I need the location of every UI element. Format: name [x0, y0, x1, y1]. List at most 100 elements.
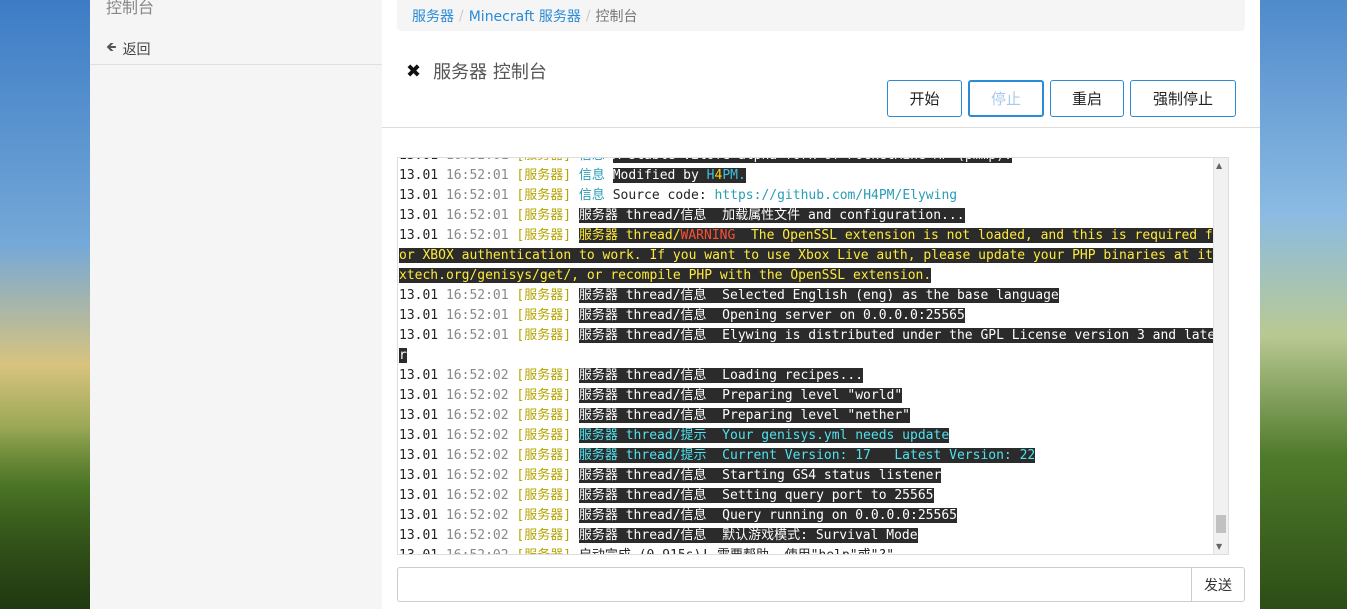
log-date: 13.01 — [399, 208, 446, 223]
restart-button[interactable]: 重启 — [1050, 80, 1124, 117]
log-level: 信息 — [578, 168, 613, 183]
log-date: 13.01 — [399, 168, 446, 183]
console-line: 13.01 16:52:02 [服务器] 服务器 thread/信息 Prepa… — [399, 386, 1219, 406]
scrollbar-thumb[interactable] — [1216, 515, 1226, 533]
log-time: 16:52:01 — [445, 188, 517, 203]
breadcrumb-separator: / — [459, 7, 464, 24]
log-level: 信息 — [579, 158, 613, 163]
console-line: 13.01 16:52:02 [服务器] 服务器 thread/信息 Prepa… — [399, 406, 1219, 426]
log-date: 13.01 — [399, 448, 446, 463]
log-time: 16:52:01 — [445, 288, 517, 303]
log-time: 16:52:01 — [445, 228, 517, 243]
log-source: [服务器] — [516, 508, 579, 523]
server-controls: 开始 停止 重启 强制停止 — [887, 80, 1236, 117]
log-message: 服务器 thread/提示 Current Version: 17 Latest… — [578, 448, 1036, 463]
back-link[interactable]: 🡸 返回 — [90, 34, 382, 65]
log-date: 13.01 — [399, 228, 446, 243]
console-line: 13.01 16:52:02 [服务器] 服务器 thread/信息 默认游戏模… — [399, 526, 1219, 546]
log-message: 服务器 thread/信息 默认游戏模式: Survival Mode — [578, 528, 918, 543]
breadcrumb-minecraft-servers[interactable]: Minecraft 服务器 — [469, 6, 581, 26]
log-date: 13.01 — [399, 388, 446, 403]
log-message: 服务器 thread/信息 加载属性文件 and configuration..… — [578, 208, 965, 223]
force-stop-button[interactable]: 强制停止 — [1130, 80, 1236, 117]
sidebar: 控制台 🡸 返回 — [90, 0, 382, 609]
log-message: Modified by H4PM. — [612, 168, 746, 183]
log-message: 服务器 thread/提示 Your genisys.yml needs upd… — [578, 428, 950, 443]
log-source: [服务器] — [516, 388, 579, 403]
console-line: 13.01 16:52:01 [服务器] 服务器 thread/信息 Elywi… — [399, 326, 1219, 366]
log-time: 16:52:01 — [445, 168, 517, 183]
log-message: 服务器 thread/信息 Loading recipes... — [578, 368, 864, 383]
log-message: 服务器 thread/信息 Query running on 0.0.0.0:2… — [578, 508, 957, 523]
console-output[interactable]: 13.01 16:52:01 [服务器] 信息 A stable Vilofe … — [397, 157, 1229, 555]
background-right — [1260, 0, 1347, 609]
log-time: 16:52:01 — [445, 308, 517, 323]
log-source: [服务器] — [516, 188, 579, 203]
log-message: 服务器 thread/信息 Preparing level "nether" — [578, 408, 911, 423]
back-label: 返回 — [122, 42, 151, 58]
console-scrollbar[interactable]: ▲ ▼ — [1213, 158, 1228, 554]
main-panel: 服务器 / Minecraft 服务器 / 控制台 ✖ 服务器 控制台 开始 停… — [382, 0, 1260, 609]
log-source: [服务器] — [516, 158, 578, 163]
log-date: 13.01 — [399, 328, 446, 343]
command-input[interactable] — [397, 567, 1191, 602]
log-message: 服务器 thread/信息 Opening server on 0.0.0.0:… — [578, 308, 965, 323]
log-source: [服务器] — [516, 328, 579, 343]
log-date: 13.01 — [399, 188, 446, 203]
scroll-down-icon[interactable]: ▼ — [1216, 542, 1222, 551]
console-line: 13.01 16:52:02 [服务器] 服务器 thread/信息 Query… — [399, 506, 1219, 526]
log-time: 16:52:02 — [445, 528, 517, 543]
send-button[interactable]: 发送 — [1191, 567, 1245, 602]
log-time: 16:52:02 — [445, 508, 517, 523]
log-date: 13.01 — [399, 548, 446, 554]
log-time: 16:52:02 — [445, 468, 517, 483]
log-source: [服务器] — [516, 228, 579, 243]
console-line: 13.01 16:52:01 [服务器] 服务器 thread/信息 Openi… — [399, 306, 1219, 326]
page-title: 服务器 控制台 — [433, 62, 547, 83]
arrow-left-icon: 🡸 — [106, 40, 117, 55]
log-date: 13.01 — [399, 428, 446, 443]
breadcrumb: 服务器 / Minecraft 服务器 / 控制台 — [397, 0, 1245, 31]
log-message: 服务器 thread/信息 Setting query port to 2556… — [578, 488, 934, 503]
console-line: 13.01 16:52:02 [服务器] 服务器 thread/信息 Start… — [399, 466, 1219, 486]
log-source: [服务器] — [516, 168, 579, 183]
console-line: 13.01 16:52:01 [服务器] 服务器 thread/信息 加载属性文… — [399, 206, 1219, 226]
source-code-link[interactable]: https://github.com/H4PM/Elywing — [714, 188, 957, 203]
log-source: [服务器] — [516, 548, 578, 554]
log-time: 16:52:02 — [445, 388, 517, 403]
log-date: 13.01 — [399, 528, 446, 543]
stop-button[interactable]: 停止 — [968, 80, 1044, 117]
console-line: 13.01 16:52:01 [服务器] 信息 Source code: htt… — [399, 186, 1219, 206]
log-time: 16:52:01 — [446, 158, 516, 163]
log-source: [服务器] — [516, 468, 579, 483]
console-line: 13.01 16:52:01 [服务器] 服务器 thread/WARNING … — [399, 226, 1219, 286]
log-time: 16:52:02 — [445, 448, 517, 463]
log-time: 16:52:02 — [445, 428, 517, 443]
log-source: [服务器] — [516, 428, 579, 443]
log-time: 16:52:01 — [445, 208, 517, 223]
console-line: 13.01 16:52:01 [服务器] 服务器 thread/信息 Selec… — [399, 286, 1219, 306]
console-line: 13.01 16:52:02 [服务器] 服务器 thread/信息 Setti… — [399, 486, 1219, 506]
log-date: 13.01 — [399, 288, 446, 303]
divider — [382, 127, 1260, 128]
log-date: 13.01 — [399, 158, 446, 163]
breadcrumb-servers[interactable]: 服务器 — [412, 6, 454, 26]
console-line: 13.01 16:52:02 [服务器] 服务器 thread/提示 Curre… — [399, 446, 1219, 466]
background-left — [0, 0, 90, 609]
command-bar: 发送 — [397, 567, 1245, 602]
scroll-up-icon[interactable]: ▲ — [1216, 161, 1222, 170]
sidebar-heading: 控制台 — [106, 0, 155, 17]
console-log: 13.01 16:52:01 [服务器] 信息 A stable Vilofe … — [399, 158, 1219, 554]
log-source: [服务器] — [516, 408, 579, 423]
log-message: 服务器 thread/信息 Preparing level "world" — [578, 388, 903, 403]
log-source: [服务器] — [516, 208, 579, 223]
log-source: [服务器] — [516, 308, 579, 323]
start-button[interactable]: 开始 — [887, 80, 962, 117]
console-line: 13.01 16:52:02 [服务器] 服务器 thread/信息 Loadi… — [399, 366, 1219, 386]
log-source: [服务器] — [516, 288, 579, 303]
log-date: 13.01 — [399, 368, 446, 383]
log-time: 16:52:01 — [445, 328, 517, 343]
console-line: 13.01 16:52:01 [服务器] 信息 A stable Vilofe … — [399, 158, 1219, 166]
log-source: [服务器] — [516, 528, 579, 543]
log-time: 16:52:02 — [445, 488, 517, 503]
